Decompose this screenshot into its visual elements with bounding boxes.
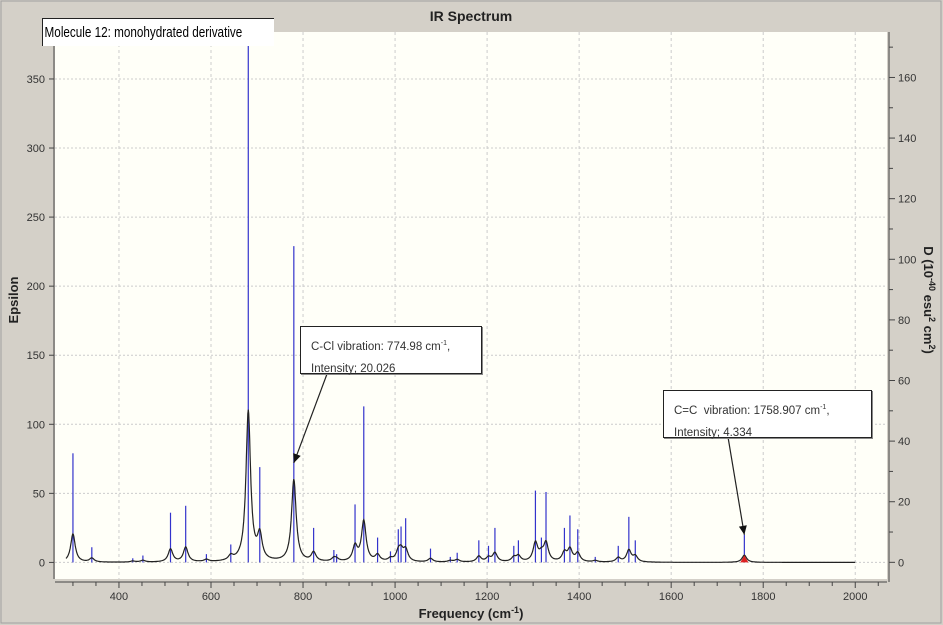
y2-tick-label: 0 <box>898 557 904 569</box>
y2-tick-label: 40 <box>898 436 910 448</box>
y-tick-label: 50 <box>33 488 45 500</box>
annotation-ccl-line2: Intensity; 20.026 <box>311 362 396 375</box>
y2-tick-label: 160 <box>898 72 916 84</box>
y-tick-label: 250 <box>27 212 45 224</box>
y2-tick-label: 80 <box>898 315 910 327</box>
x-tick-label: 2000 <box>843 591 867 603</box>
y-tick-label: 300 <box>27 143 45 155</box>
x-tick-label: 1600 <box>659 591 683 603</box>
annotation-cc-line2: Intensity; 4.334 <box>674 426 752 439</box>
x-tick-label: 1400 <box>567 591 591 603</box>
molecule-label: Molecule 12: monohydrated derivative <box>42 18 274 46</box>
annotation-ccl: C-Cl vibration: 774.98 cm-1, Intensity; … <box>300 326 482 375</box>
y2-tick-label: 100 <box>898 254 916 266</box>
y-tick-label: 350 <box>27 74 45 86</box>
annotation-cc-line1: C=C vibration: 1758.907 cm-1, <box>674 404 830 417</box>
chart-title: IR Spectrum <box>430 8 512 24</box>
y2-tick-label: 140 <box>898 133 916 145</box>
y2-tick-label: 60 <box>898 376 910 388</box>
y2-tick-label: 120 <box>898 194 916 206</box>
annotation-cc: C=C vibration: 1758.907 cm-1, Intensity;… <box>663 390 872 439</box>
x-tick-label: 1800 <box>751 591 775 603</box>
y-tick-label: 0 <box>39 557 45 569</box>
y-axis-label: Epsilon <box>6 276 21 323</box>
annotation-ccl-line1: C-Cl vibration: 774.98 cm-1, <box>311 340 451 353</box>
x-tick-label: 600 <box>202 591 220 603</box>
y-tick-label: 100 <box>27 419 45 431</box>
x-tick-label: 1000 <box>383 591 407 603</box>
y2-tick-label: 20 <box>898 497 910 509</box>
molecule-label-text: Molecule 12: monohydrated derivative <box>44 24 243 41</box>
x-tick-label: 400 <box>110 591 128 603</box>
y-tick-label: 200 <box>27 281 45 293</box>
y2-axis-label: D (10-40 esu2 cm2) <box>921 246 937 354</box>
plot-area <box>55 32 887 579</box>
x-tick-label: 800 <box>294 591 312 603</box>
x-tick-label: 1200 <box>475 591 499 603</box>
y-tick-label: 150 <box>27 350 45 362</box>
x-axis-label: Frequency (cm-1) <box>419 605 524 621</box>
ir-spectrum-chart: IR Spectrum 400 600 800 1000 1200 1400 1600 180… <box>0 0 942 624</box>
